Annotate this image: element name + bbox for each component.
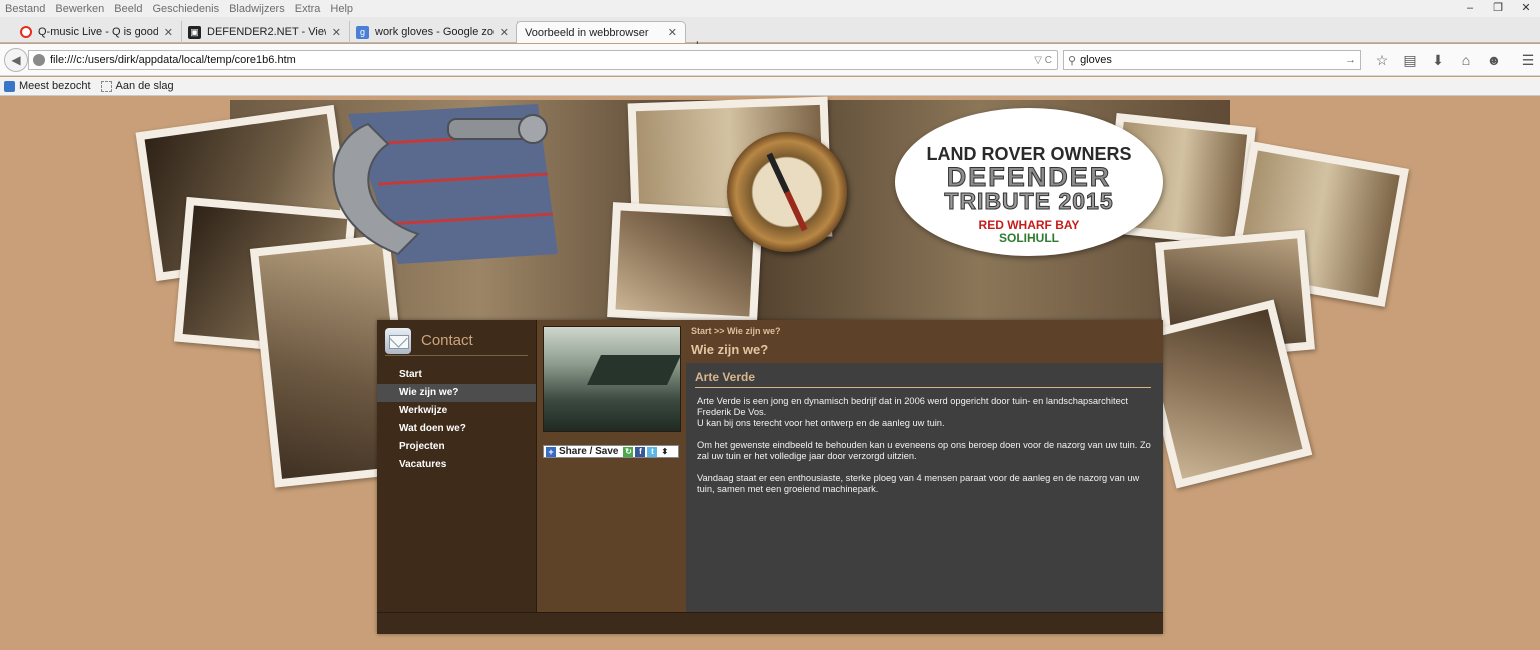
sidebar: Contact Start Wie zijn we? Werkwijze Wat…	[377, 320, 536, 612]
menu-bestand[interactable]: Bestand	[5, 3, 45, 15]
tab-google[interactable]: g work gloves - Google zoeken ✕	[350, 21, 518, 43]
page-title: Wie zijn we?	[691, 342, 769, 357]
home-icon[interactable]: ⌂	[1452, 52, 1480, 68]
bookmark-meest-bezocht[interactable]: Meest bezocht	[4, 80, 91, 92]
qmusic-icon	[20, 26, 32, 38]
compass-image	[727, 132, 847, 252]
tab-qmusic[interactable]: Q-music Live - Q is good f... ✕	[14, 21, 182, 43]
url-actions[interactable]: ▽ C	[1034, 55, 1052, 66]
menu-help[interactable]: Help	[330, 3, 353, 15]
contact-header[interactable]: Contact	[385, 326, 528, 356]
paragraph: Vandaag staat er een enthousiaste, sterk…	[697, 473, 1140, 494]
tab-title: Q-music Live - Q is good f...	[38, 26, 158, 38]
close-tab-icon[interactable]: ✕	[668, 26, 677, 39]
sidebar-item-wie-zijn-we[interactable]: Wie zijn we?	[377, 384, 536, 402]
envelope-icon	[385, 327, 411, 354]
logo-line-red-wharf-bay: RED WHARF BAY	[978, 218, 1080, 232]
sidebar-item-wat-doen-we[interactable]: Wat doen we?	[377, 420, 536, 438]
restore-button[interactable]: ❐	[1484, 0, 1512, 17]
facebook-icon: f	[635, 446, 646, 457]
logo-line-tribute: TRIBUTE 2015	[944, 188, 1114, 215]
menu-extra[interactable]: Extra	[295, 3, 321, 15]
compass-needle	[766, 152, 808, 232]
share-save-button[interactable]: + Share / Save ↻ f t ⬍	[543, 445, 679, 458]
event-logo: LAND ROVER OWNERS DEFENDER TRIBUTE 2015 …	[895, 108, 1163, 256]
sidebar-item-werkwijze[interactable]: Werkwijze	[377, 402, 536, 420]
menu-bladwijzers[interactable]: Bladwijzers	[229, 3, 285, 15]
star-icon[interactable]: ☆	[1368, 52, 1396, 68]
tab-voorbeeld[interactable]: Voorbeeld in webbrowser ✕	[516, 21, 686, 43]
shackle-strap-image	[332, 104, 558, 264]
search-input[interactable]	[1080, 54, 1345, 66]
download-icon[interactable]: ⬇	[1424, 52, 1452, 68]
search-go-icon[interactable]: →	[1345, 54, 1356, 66]
bookmark-label: Meest bezocht	[19, 80, 91, 92]
toolbar-icons: ☆ ▤ ⬇ ⌂ ☻ ☰	[1368, 52, 1540, 68]
url-text[interactable]: file:///c:/users/dirk/appdata/local/temp…	[50, 54, 1034, 66]
web-page: LAND ROVER OWNERS DEFENDER TRIBUTE 2015 …	[0, 96, 1540, 650]
bench-shape	[587, 355, 681, 385]
menu-bewerken[interactable]: Bewerken	[55, 3, 104, 15]
google-icon: g	[356, 25, 369, 39]
bookmark-label: Aan de slag	[115, 80, 174, 92]
image-column: + Share / Save ↻ f t ⬍	[536, 320, 686, 612]
search-icon: ⚲	[1068, 54, 1077, 67]
sidebar-item-projecten[interactable]: Projecten	[377, 438, 536, 456]
search-bar[interactable]: ⚲ →	[1063, 50, 1361, 70]
paragraph: Om het gewenste eindbeeld te behouden ka…	[697, 440, 1151, 461]
sidebar-item-vacatures[interactable]: Vacatures	[377, 456, 536, 474]
tab-title: DEFENDER2.NET - View to...	[207, 26, 326, 38]
bookmark-aan-de-slag[interactable]: Aan de slag	[100, 80, 174, 92]
sidebar-item-start[interactable]: Start	[377, 366, 536, 384]
defender-icon: ▣	[188, 25, 201, 39]
tab-bar: Q-music Live - Q is good f... ✕ ▣ DEFEND…	[0, 17, 1540, 54]
tab-title: Voorbeeld in webbrowser	[525, 26, 649, 39]
expand-arrows-icon: ⬍	[661, 447, 669, 456]
tab-title: work gloves - Google zoeken	[375, 26, 494, 38]
bookmark-bar: Meest bezocht Aan de slag	[0, 77, 1540, 96]
contact-title: Contact	[421, 332, 473, 349]
garden-photo	[543, 326, 681, 432]
share-green-icon: ↻	[623, 446, 634, 457]
back-button[interactable]: ◀	[4, 48, 28, 72]
share-save-label: Share / Save	[559, 446, 619, 457]
body-text: Arte Verde is een jong en dynamisch bedr…	[697, 396, 1159, 506]
close-tab-icon[interactable]: ✕	[500, 26, 509, 39]
reading-list-icon[interactable]: ▤	[1396, 52, 1424, 68]
page-icon	[100, 80, 112, 92]
window-controls: – ❐ ✕	[1456, 0, 1540, 17]
breadcrumb[interactable]: Start >> Wie zijn we?	[691, 326, 780, 336]
footer-strip	[377, 612, 1163, 634]
menu-bar: Bestand Bewerken Beeld Geschiedenis Blad…	[0, 0, 1540, 17]
main-content-box: Contact Start Wie zijn we? Werkwijze Wat…	[377, 320, 1163, 634]
logo-line-solihull: SOLIHULL	[999, 231, 1059, 245]
paragraph: Arte Verde is een jong en dynamisch bedr…	[697, 396, 1129, 428]
most-visited-icon	[4, 80, 15, 92]
close-window-button[interactable]: ✕	[1512, 0, 1540, 17]
navigation-bar: ◀ file:///c:/users/dirk/appdata/local/te…	[0, 44, 1540, 76]
back-arrow-icon: ◀	[11, 53, 21, 67]
content-header: Start >> Wie zijn we? Wie zijn we?	[686, 320, 1163, 363]
hamburger-menu-icon[interactable]: ☰	[1514, 52, 1540, 68]
twitter-icon: t	[647, 446, 658, 457]
plus-icon: +	[546, 446, 556, 457]
chat-icon[interactable]: ☻	[1480, 52, 1508, 68]
content-column: Start >> Wie zijn we? Wie zijn we? Arte …	[686, 320, 1163, 612]
menu-geschiedenis[interactable]: Geschiedenis	[152, 3, 219, 15]
close-tab-icon[interactable]: ✕	[332, 26, 341, 39]
menu-beeld[interactable]: Beeld	[114, 3, 142, 15]
minimize-button[interactable]: –	[1456, 0, 1484, 17]
tab-defender2[interactable]: ▣ DEFENDER2.NET - View to... ✕	[182, 21, 350, 43]
sidebar-nav: Start Wie zijn we? Werkwijze Wat doen we…	[377, 366, 536, 474]
close-tab-icon[interactable]: ✕	[164, 26, 173, 39]
globe-icon	[33, 54, 45, 66]
url-bar[interactable]: file:///c:/users/dirk/appdata/local/temp…	[28, 50, 1058, 70]
section-title: Arte Verde	[695, 370, 1151, 388]
